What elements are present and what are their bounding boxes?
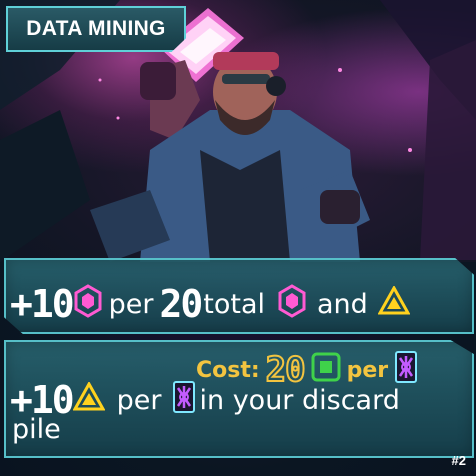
effect-2-tail-2: pile [12, 414, 61, 445]
effect-2-tail: in your discard [199, 384, 400, 416]
yellow-triangle-icon [72, 380, 106, 419]
pink-hexagon-gem-icon [73, 283, 103, 325]
effect-1-amount: +10 [10, 282, 75, 326]
yellow-triangle-icon [377, 284, 411, 323]
effect-1-threshold: 20 [159, 282, 204, 326]
card[interactable]: DATA MINING +10 per 20 total and Cost: 2… [0, 0, 476, 476]
effect-1-total: total [203, 288, 266, 320]
effect-1-and: and [317, 288, 368, 320]
effect-1-text: +10 per 20 total and [10, 282, 411, 326]
card-title: DATA MINING [26, 17, 166, 40]
effect-2-text: +10 per in your discard [10, 378, 406, 422]
purple-virus-card-icon [172, 380, 196, 421]
card-number: #2 [451, 453, 466, 468]
title-banner: DATA MINING [6, 6, 186, 52]
effect-1-per: per [108, 288, 154, 320]
pink-hexagon-gem-icon [277, 283, 307, 325]
effect-2-per: per [116, 384, 162, 416]
